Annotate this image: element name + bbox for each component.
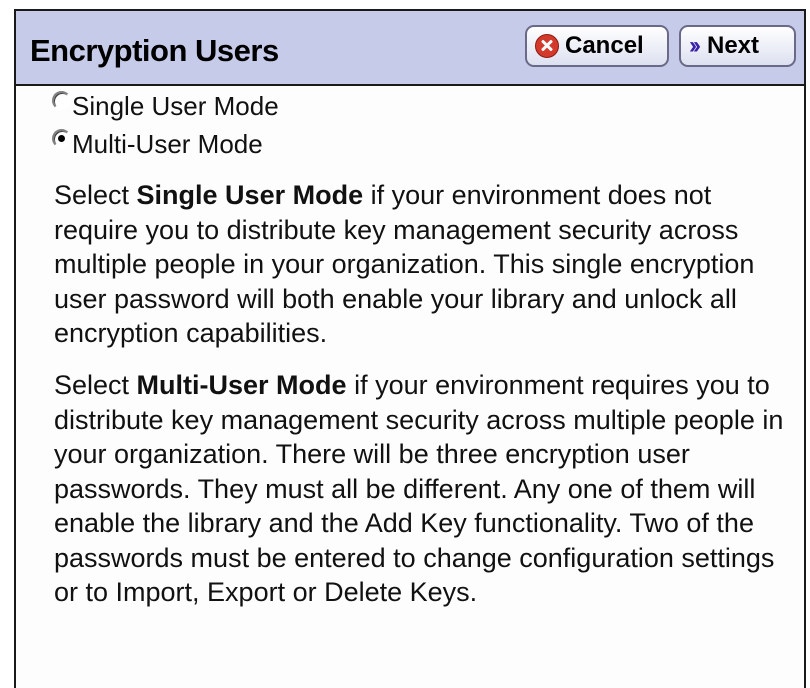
multi-description-prefix: Select xyxy=(54,370,137,400)
single-description-prefix: Select xyxy=(54,180,137,210)
cancel-button-label: Cancel xyxy=(565,32,644,59)
double-chevron-right-icon: ›› xyxy=(689,32,701,59)
single-description-mode-name: Single User Mode xyxy=(136,180,364,210)
multi-user-mode-label[interactable]: Multi-User Mode xyxy=(72,129,263,160)
panel-header: Encryption Users Cancel ›› Next xyxy=(16,11,804,86)
multi-user-mode-radio[interactable] xyxy=(52,129,71,148)
next-button-label: Next xyxy=(706,32,760,59)
multi-user-mode-description: Select Multi-User Mode if your environme… xyxy=(54,368,802,610)
single-user-mode-description: Select Single User Mode if your environm… xyxy=(54,178,802,351)
cancel-button[interactable]: Cancel xyxy=(525,25,669,67)
multi-user-mode-option[interactable]: Multi-User Mode xyxy=(52,129,263,160)
encryption-users-panel: Encryption Users Cancel ›› Next Single U… xyxy=(14,9,806,688)
cancel-icon xyxy=(535,34,559,58)
multi-description-mode-name: Multi-User Mode xyxy=(136,370,347,400)
single-user-mode-label[interactable]: Single User Mode xyxy=(72,91,279,122)
single-user-mode-option[interactable]: Single User Mode xyxy=(52,91,279,122)
multi-description-text: if your environment requires you to dist… xyxy=(54,370,784,607)
next-button[interactable]: ›› Next xyxy=(679,25,796,67)
single-user-mode-radio[interactable] xyxy=(52,91,71,110)
page-title: Encryption Users xyxy=(30,33,279,68)
